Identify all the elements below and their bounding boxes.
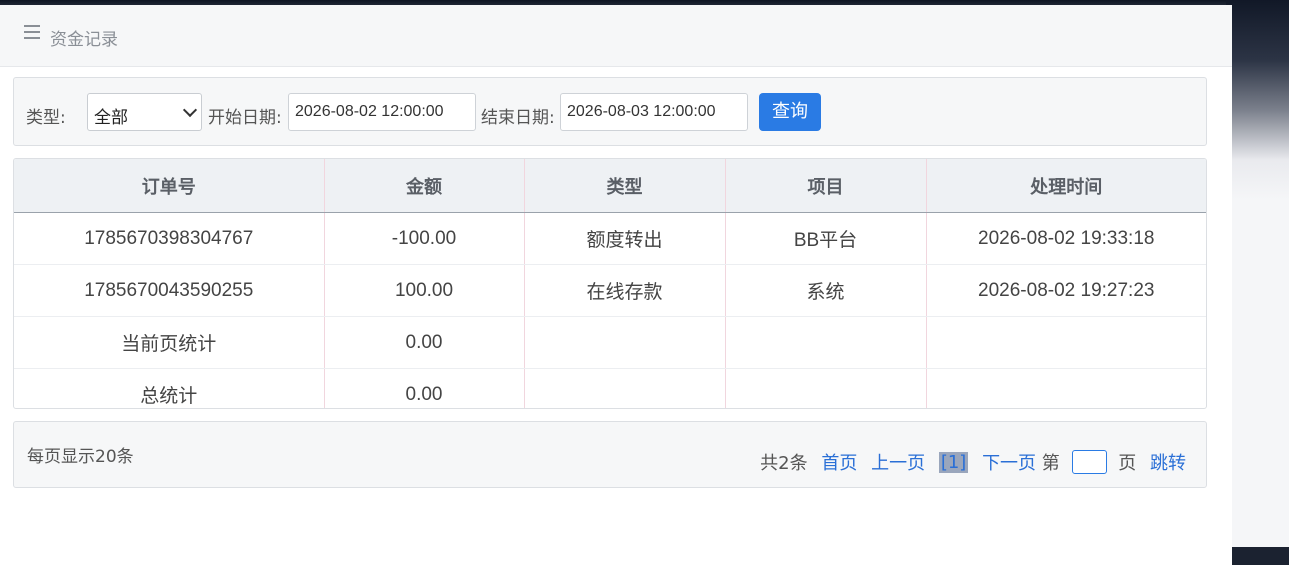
cell-summary-label: 当前页统计 bbox=[14, 316, 325, 369]
type-select-value: 全部 bbox=[94, 108, 128, 128]
cell-order-no: 1785670043590255 bbox=[14, 264, 325, 317]
panel-header: 资金记录 bbox=[0, 5, 1232, 67]
cell-project: 系统 bbox=[725, 264, 927, 317]
cell-type bbox=[524, 316, 726, 369]
cell-time bbox=[926, 369, 1206, 409]
start-date-input[interactable]: 2026-08-02 12:00:00 bbox=[288, 93, 476, 131]
menu-icon[interactable] bbox=[24, 25, 40, 39]
pagination-footer: 每页显示20条 共2条 首页 上一页 [1] 下一页 第 页 跳转 bbox=[13, 421, 1207, 488]
column-header-time: 处理时间 bbox=[926, 159, 1206, 213]
goto-prefix: 第 bbox=[1041, 453, 1060, 474]
cell-project bbox=[725, 368, 927, 408]
column-header-order-no: 订单号 bbox=[14, 159, 325, 213]
type-select[interactable]: 全部 bbox=[87, 93, 202, 131]
cell-amount: 0.00 bbox=[324, 316, 525, 369]
jump-button[interactable]: 跳转 bbox=[1150, 449, 1186, 475]
cell-type: 额度转出 bbox=[524, 212, 726, 265]
cell-time: 2026-08-02 19:27:23 bbox=[926, 264, 1206, 317]
pagination: 共2条 首页 上一页 [1] 下一页 第 页 跳转 bbox=[760, 449, 1186, 475]
column-header-project: 项目 bbox=[725, 159, 927, 213]
cell-time: 2026-08-02 19:33:18 bbox=[926, 212, 1206, 265]
cell-order-no: 1785670398304767 bbox=[14, 212, 325, 265]
fund-records-panel: 资金记录 类型: 全部 开始日期: 2026-08-02 12:00:00 结束… bbox=[0, 5, 1232, 565]
records-table: 订单号 金额 类型 项目 处理时间 1785670398304767 -100.… bbox=[13, 158, 1207, 409]
table-header-row: 订单号 金额 类型 项目 处理时间 bbox=[14, 159, 1206, 213]
query-button[interactable]: 查询 bbox=[759, 93, 821, 131]
table-row: 1785670398304767 -100.00 额度转出 BB平台 2026-… bbox=[14, 212, 1206, 265]
end-date-label: 结束日期: bbox=[481, 108, 555, 128]
window-shadow bbox=[1226, 0, 1289, 547]
cell-amount: 0.00 bbox=[324, 368, 525, 408]
cell-amount: -100.00 bbox=[324, 212, 525, 265]
current-page: [1] bbox=[938, 451, 969, 473]
column-header-type: 类型 bbox=[524, 159, 726, 213]
cell-time bbox=[926, 316, 1206, 369]
cell-project: BB平台 bbox=[725, 212, 927, 265]
goto-page-input[interactable] bbox=[1071, 450, 1107, 474]
per-page-text: 每页显示20条 bbox=[27, 447, 134, 467]
page-title: 资金记录 bbox=[50, 30, 118, 50]
cell-type bbox=[524, 368, 726, 408]
first-page-link[interactable]: 首页 bbox=[821, 449, 857, 475]
total-count: 共2条 bbox=[760, 453, 808, 474]
cell-amount: 100.00 bbox=[324, 264, 525, 317]
page-summary-row: 当前页统计 0.00 bbox=[14, 316, 1206, 369]
prev-page-link[interactable]: 上一页 bbox=[871, 449, 925, 475]
filter-bar: 类型: 全部 开始日期: 2026-08-02 12:00:00 结束日期: 2… bbox=[13, 77, 1207, 146]
cell-summary-label: 总统计 bbox=[14, 368, 325, 408]
chevron-down-icon bbox=[182, 102, 198, 118]
end-date-input[interactable]: 2026-08-03 12:00:00 bbox=[560, 93, 748, 131]
total-summary-row: 总统计 0.00 bbox=[14, 368, 1206, 409]
start-date-label: 开始日期: bbox=[208, 108, 282, 128]
cell-project bbox=[725, 316, 927, 369]
goto-suffix: 页 bbox=[1118, 453, 1137, 474]
type-label: 类型: bbox=[26, 108, 66, 128]
table-row: 1785670043590255 100.00 在线存款 系统 2026-08-… bbox=[14, 264, 1206, 317]
column-header-amount: 金额 bbox=[324, 159, 525, 213]
next-page-link[interactable]: 下一页 bbox=[982, 449, 1036, 475]
cell-type: 在线存款 bbox=[524, 264, 726, 317]
